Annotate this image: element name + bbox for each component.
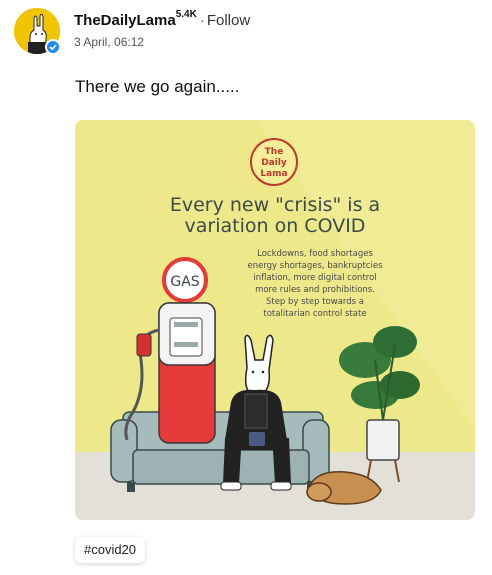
poster-body-line: Step by step towards a	[266, 297, 364, 307]
logo-line1: The	[265, 147, 284, 157]
verified-check-icon	[45, 39, 61, 55]
sofa	[110, 411, 330, 492]
poster-headline-line1: Every new "crisis" is a	[170, 194, 380, 216]
post-header: TheDailyLama5.4K · Follow 3 April, 06:12	[14, 8, 474, 56]
separator: ·	[199, 12, 205, 29]
poster-headline-line2: variation on COVID	[185, 215, 366, 237]
daily-lama-logo: The Daily Lama	[250, 138, 298, 186]
poster-body-line: energy shortages, bankruptcies	[247, 261, 383, 271]
poster-body-line: Lockdowns, food shortages	[257, 249, 373, 259]
poster-body-line: inflation, more digital control	[253, 273, 376, 283]
post-text: There we go again.....	[75, 77, 240, 96]
logo-line3: Lama	[260, 169, 287, 179]
poster-body-line: more rules and prohibitions.	[255, 285, 375, 295]
follow-button[interactable]: Follow	[207, 12, 250, 29]
logo-line2: Daily	[261, 158, 287, 168]
post-timestamp[interactable]: 3 April, 06:12	[74, 35, 144, 49]
poster-body-line: totalitarian control state	[263, 309, 366, 319]
follower-count: 5.4K	[175, 9, 197, 20]
post-image[interactable]: The Daily Lama Every new "crisis" is a v…	[75, 120, 475, 520]
hashtag-covid20[interactable]: #covid20	[75, 537, 146, 563]
gas-sign: GAS	[170, 274, 199, 290]
name-row: TheDailyLama5.4K · Follow	[74, 9, 250, 29]
username-link[interactable]: TheDailyLama	[74, 12, 176, 29]
